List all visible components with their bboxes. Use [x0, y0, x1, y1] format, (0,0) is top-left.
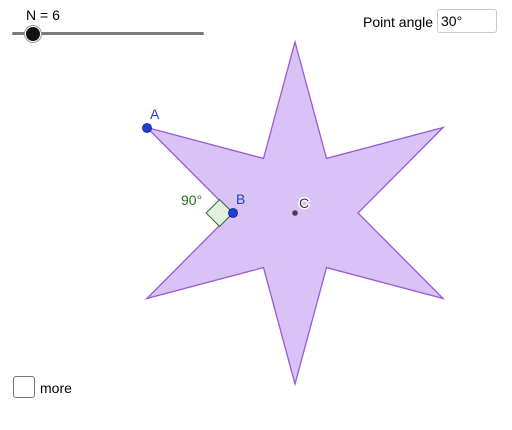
- point-a[interactable]: [142, 123, 152, 133]
- geogebra-applet: N = 6 Point angle 90° C A B more: [0, 0, 512, 430]
- right-angle-label: 90°: [181, 192, 202, 208]
- point-c[interactable]: [292, 210, 298, 216]
- more-checkbox[interactable]: [13, 376, 35, 398]
- point-a-label: A: [150, 106, 160, 122]
- more-checkbox-label: more: [40, 380, 72, 396]
- point-b-label: B: [236, 191, 245, 207]
- geometry-canvas: 90° C A B: [142, 39, 446, 387]
- point-c-label: C: [299, 195, 309, 211]
- point-b[interactable]: [228, 208, 238, 218]
